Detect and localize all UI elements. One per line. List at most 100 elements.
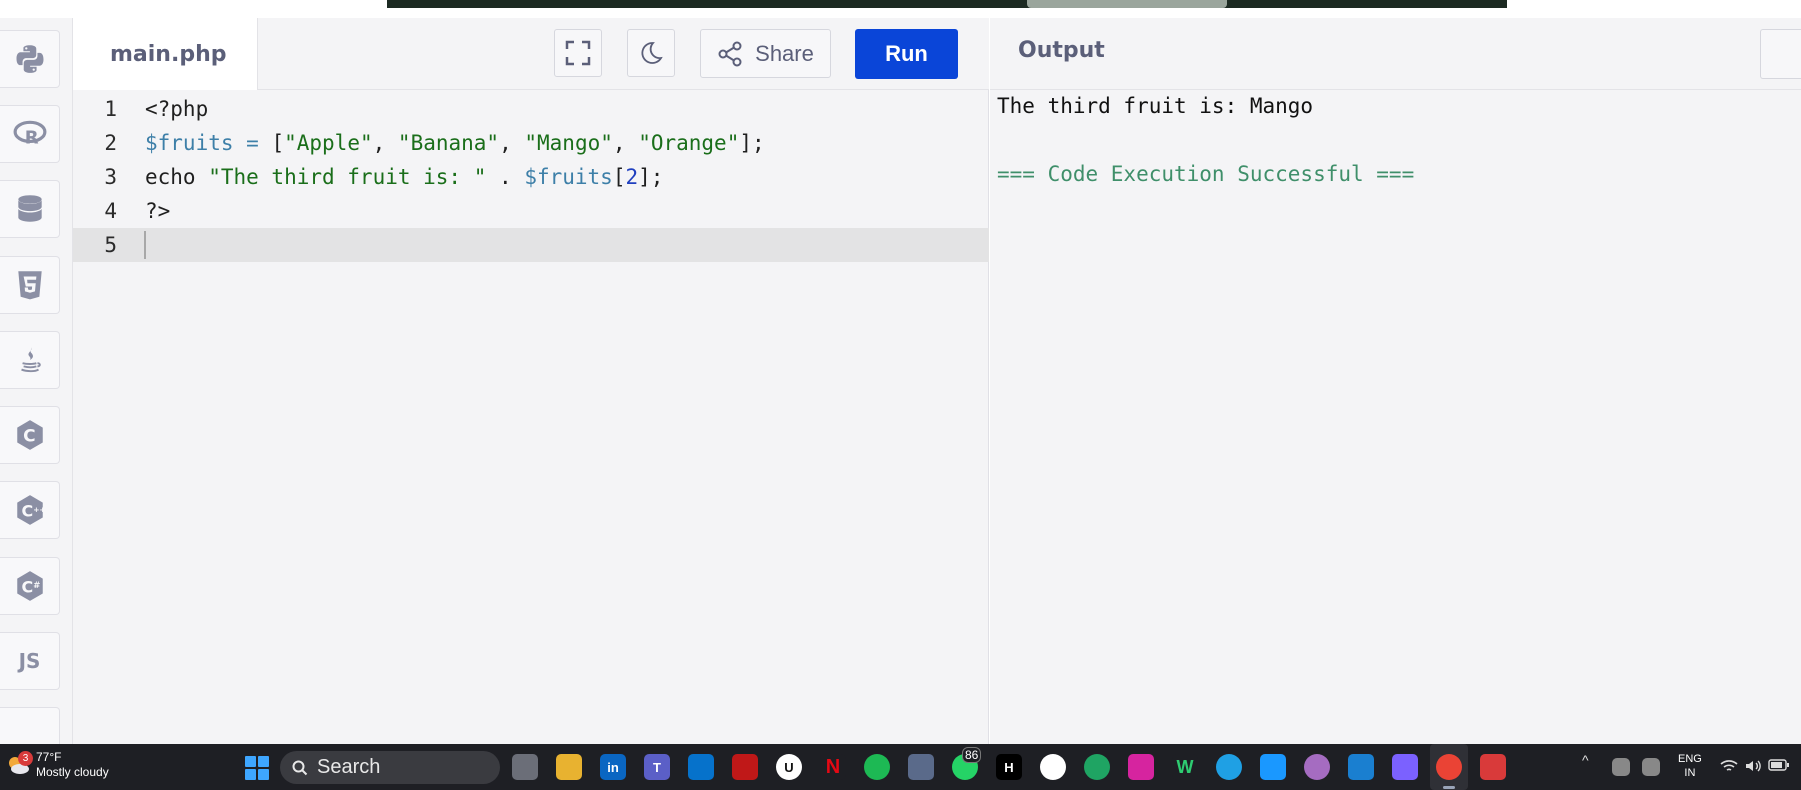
whatsapp-badge: 86 bbox=[962, 747, 982, 763]
code-line[interactable]: 5 bbox=[73, 228, 989, 262]
region-code: IN bbox=[1684, 767, 1696, 779]
spotify-icon[interactable] bbox=[864, 754, 890, 780]
svg-text:C: C bbox=[21, 577, 33, 596]
dell-icon[interactable] bbox=[688, 754, 714, 780]
sidebar-item-r[interactable]: R bbox=[0, 105, 60, 163]
code-token: "Apple" bbox=[284, 131, 373, 155]
wifi-icon[interactable] bbox=[1720, 758, 1738, 774]
windows-taskbar: 3 77°F Mostly cloudy Search in T U N 86 … bbox=[0, 744, 1801, 790]
clear-button[interactable] bbox=[1760, 29, 1801, 79]
fullscreen-button[interactable] bbox=[554, 29, 602, 77]
groww-icon[interactable] bbox=[1084, 754, 1110, 780]
code-token: 2 bbox=[625, 165, 639, 189]
wordsapp-icon[interactable]: W bbox=[1172, 754, 1198, 780]
language-indicator[interactable]: ENG IN bbox=[1678, 752, 1702, 780]
sidebar-item-python[interactable] bbox=[0, 30, 60, 88]
netflix-icon[interactable]: N bbox=[820, 754, 846, 780]
instagram-icon[interactable] bbox=[1128, 754, 1154, 780]
text-caret bbox=[144, 231, 146, 259]
fullscreen-icon bbox=[565, 40, 591, 66]
sidebar-item-cpp[interactable]: C ++ bbox=[0, 481, 60, 539]
code-text: <?php bbox=[145, 97, 208, 121]
python-icon bbox=[16, 45, 43, 73]
app-window-icon[interactable] bbox=[1348, 754, 1374, 780]
sidebar-item-javascript[interactable]: JS bbox=[0, 632, 60, 690]
share-icon bbox=[718, 41, 742, 66]
code-token: "Mango" bbox=[524, 131, 613, 155]
svg-text:C: C bbox=[23, 426, 35, 446]
weather-badge: 3 bbox=[18, 751, 33, 766]
code-token: ]; bbox=[638, 165, 664, 189]
search-icon bbox=[292, 760, 308, 775]
code-token: = bbox=[233, 131, 272, 155]
volume-icon[interactable] bbox=[1744, 758, 1762, 774]
output-result: The third fruit is: Mango bbox=[997, 94, 1314, 118]
r-icon: R bbox=[13, 120, 46, 149]
code-token: ]; bbox=[739, 131, 765, 155]
run-button[interactable]: Run bbox=[855, 29, 958, 79]
line-number: 4 bbox=[104, 199, 117, 223]
code-token: , bbox=[612, 131, 639, 155]
code-line[interactable]: 4 ?> bbox=[73, 194, 989, 228]
svg-text:++: ++ bbox=[33, 505, 45, 514]
c-icon: C bbox=[16, 420, 43, 450]
microsoft-store-icon[interactable] bbox=[908, 754, 934, 780]
file-tab[interactable]: main.php bbox=[73, 18, 258, 91]
code-token: "Banana" bbox=[397, 131, 500, 155]
sidebar-item-csharp[interactable]: C # bbox=[0, 557, 60, 615]
code-token: "The third fruit is: " bbox=[208, 165, 487, 189]
editor-header: main.php Share Run bbox=[73, 18, 989, 91]
code-text: $fruits = ["Apple", "Banana", "Mango", "… bbox=[145, 131, 765, 155]
battery-icon[interactable] bbox=[1768, 758, 1790, 772]
code-token: <?php bbox=[145, 97, 209, 121]
weather-icon: 3 bbox=[6, 751, 33, 777]
windows-start-icon[interactable] bbox=[245, 756, 269, 780]
code-line[interactable]: 3 echo "The third fruit is: " . $fruits[2… bbox=[73, 160, 989, 194]
sync-icon[interactable] bbox=[1642, 758, 1660, 776]
weather-widget[interactable]: 3 77°F Mostly cloudy bbox=[6, 750, 109, 780]
snipping-tool-icon[interactable] bbox=[1480, 754, 1506, 780]
code-line[interactable]: 2 $fruits = ["Apple", "Banana", "Mango", … bbox=[73, 126, 989, 160]
sidebar-item-c[interactable]: C bbox=[0, 406, 60, 464]
file-explorer-icon[interactable] bbox=[556, 754, 582, 780]
language-sidebar: R C C ++ C # JS bbox=[0, 18, 73, 744]
prime-video-icon[interactable] bbox=[1260, 754, 1286, 780]
output-success-message: === Code Execution Successful === bbox=[997, 162, 1415, 186]
sidebar-item-html[interactable] bbox=[0, 256, 60, 314]
temperature: 77°F bbox=[36, 750, 62, 764]
code-token: , bbox=[372, 131, 398, 155]
udemy-icon[interactable]: U bbox=[776, 754, 802, 780]
javascript-icon: JS bbox=[18, 649, 41, 673]
code-token: [ bbox=[612, 165, 626, 189]
code-line[interactable]: 1 <?php bbox=[73, 92, 989, 126]
code-token: $fruits bbox=[145, 131, 234, 155]
chatgpt-icon[interactable] bbox=[1040, 754, 1066, 780]
task-view-icon[interactable] bbox=[512, 754, 538, 780]
onedrive-icon[interactable] bbox=[1612, 758, 1630, 776]
share-button[interactable]: Share bbox=[700, 29, 831, 78]
code-text: echo "The third fruit is: " . $fruits[2]… bbox=[145, 165, 663, 189]
app-circle-icon[interactable] bbox=[1304, 754, 1330, 780]
moon-icon bbox=[641, 42, 663, 64]
hotstar-icon[interactable]: H bbox=[996, 754, 1022, 780]
chrome-icon[interactable] bbox=[1436, 754, 1462, 780]
mcafee-icon[interactable] bbox=[732, 754, 758, 780]
linkedin-icon[interactable]: in bbox=[600, 754, 626, 780]
sidebar-item-java[interactable] bbox=[0, 331, 60, 389]
teams-icon[interactable]: T bbox=[644, 754, 670, 780]
line-number: 2 bbox=[104, 131, 117, 155]
line-number: 5 bbox=[104, 233, 117, 257]
tray-overflow-icon[interactable]: ^ bbox=[1582, 752, 1589, 768]
edge-icon[interactable] bbox=[1216, 754, 1242, 780]
sidebar-item-more[interactable] bbox=[0, 707, 60, 744]
code-token: , bbox=[499, 131, 525, 155]
code-editor[interactable]: 1 <?php 2 $fruits = ["Apple", "Banana", "Ma… bbox=[73, 90, 989, 744]
code-text: ?> bbox=[145, 199, 170, 223]
dark-mode-button[interactable] bbox=[627, 29, 675, 77]
weather-condition: Mostly cloudy bbox=[36, 765, 109, 779]
search-label: Search bbox=[317, 756, 381, 778]
code-token: $fruits bbox=[524, 165, 613, 189]
sidebar-item-sql[interactable] bbox=[0, 180, 60, 238]
taskbar-search[interactable]: Search bbox=[280, 751, 500, 784]
copilot-icon[interactable] bbox=[1392, 754, 1418, 780]
